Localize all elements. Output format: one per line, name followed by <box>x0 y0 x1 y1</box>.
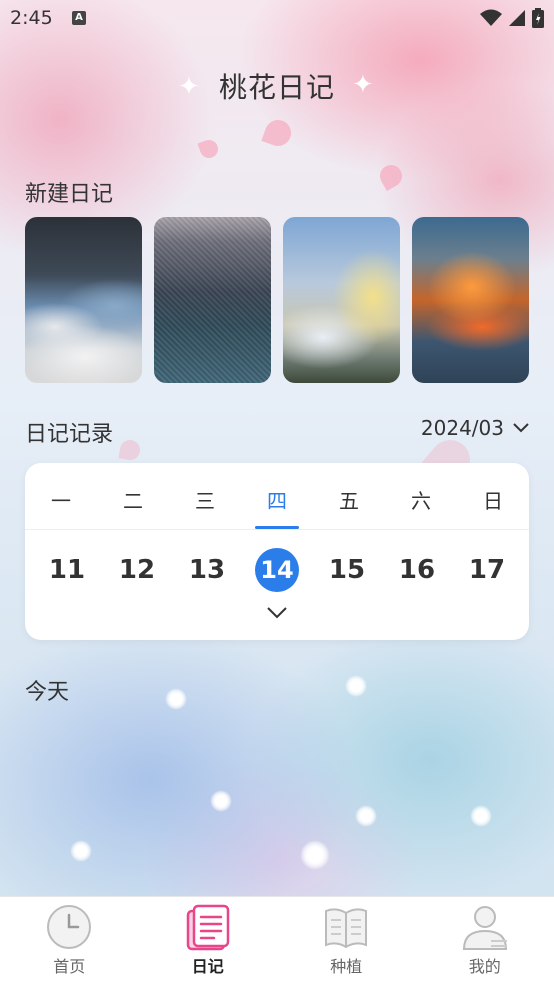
expand-calendar-chevron-icon[interactable] <box>266 606 288 620</box>
flower-decoration <box>210 790 232 812</box>
wifi-icon <box>480 9 502 26</box>
diary-template-rainy-water[interactable] <box>154 217 271 383</box>
status-bar: 2:45 A <box>0 0 554 36</box>
calendar-day[interactable]: 15 <box>312 548 382 592</box>
notification-icon: A <box>72 11 86 25</box>
today-label: 今天 <box>25 680 70 705</box>
diary-template-list <box>25 217 529 383</box>
weekday-label: 一 <box>51 489 71 513</box>
new-diary-label: 新建日记 <box>25 182 114 207</box>
tab-label: 种植 <box>330 957 363 976</box>
chevron-down-icon <box>513 423 529 433</box>
weekday-label: 二 <box>123 489 143 513</box>
calendar-day[interactable]: 17 <box>452 548 522 592</box>
user-icon <box>462 906 507 950</box>
month-value: 2024/03 <box>420 416 504 440</box>
weekday-label: 三 <box>195 489 215 513</box>
weekday-header: 一 二 三 四 五 六 日 <box>25 485 529 529</box>
day-number: 15 <box>328 555 366 585</box>
calendar-day[interactable]: 16 <box>382 548 452 592</box>
book-icon <box>325 908 368 949</box>
day-row: 11 12 13 14 15 16 17 <box>32 548 522 592</box>
calendar-day-selected[interactable]: 14 <box>242 548 312 592</box>
tab-label: 首页 <box>53 957 86 976</box>
status-time: 2:45 <box>10 7 53 29</box>
flower-decoration <box>355 805 377 827</box>
day-number: 17 <box>468 555 506 585</box>
flower-decoration <box>345 675 367 697</box>
weekday-label: 五 <box>339 489 359 513</box>
page-title: 桃花日记 <box>218 71 335 104</box>
tab-label: 日记 <box>191 957 224 976</box>
flower-decoration <box>470 805 492 827</box>
tab-label: 我的 <box>468 957 501 976</box>
diary-template-sunset-clouds[interactable] <box>412 217 529 383</box>
diary-icon <box>186 904 229 951</box>
diary-template-rainbow-clouds[interactable] <box>283 217 400 383</box>
day-number: 16 <box>398 555 436 585</box>
status-icons <box>480 8 544 28</box>
tab-profile[interactable]: 我的 <box>416 897 554 984</box>
calendar-day[interactable]: 12 <box>102 548 172 592</box>
week-calendar: 一 二 三 四 五 六 日 11 12 13 14 15 16 17 <box>25 463 529 640</box>
calendar-day[interactable]: 13 <box>172 548 242 592</box>
signal-icon <box>509 10 525 26</box>
battery-icon <box>532 8 544 28</box>
day-number: 13 <box>188 555 226 585</box>
flower-decoration <box>165 688 187 710</box>
bottom-tab-bar: 首页 日记 种植 我的 <box>0 896 554 984</box>
weekday-label: 六 <box>411 489 431 513</box>
flower-decoration <box>70 840 92 862</box>
day-number: 11 <box>48 555 86 585</box>
calendar-divider <box>25 529 529 530</box>
month-selector[interactable]: 2024/03 <box>421 416 530 440</box>
weekday-label: 日 <box>483 489 503 513</box>
weekday-label-active: 四 <box>241 485 313 529</box>
tab-planting[interactable]: 种植 <box>277 897 416 984</box>
diary-records-label: 日记记录 <box>25 422 114 447</box>
tab-home[interactable]: 首页 <box>0 897 139 984</box>
calendar-day[interactable]: 11 <box>32 548 102 592</box>
diary-template-cloudy-sky[interactable] <box>25 217 142 383</box>
day-number: 12 <box>118 555 156 585</box>
day-number: 14 <box>255 548 299 592</box>
flower-decoration <box>300 840 330 870</box>
tab-diary[interactable]: 日记 <box>139 897 278 984</box>
clock-icon <box>47 905 92 949</box>
